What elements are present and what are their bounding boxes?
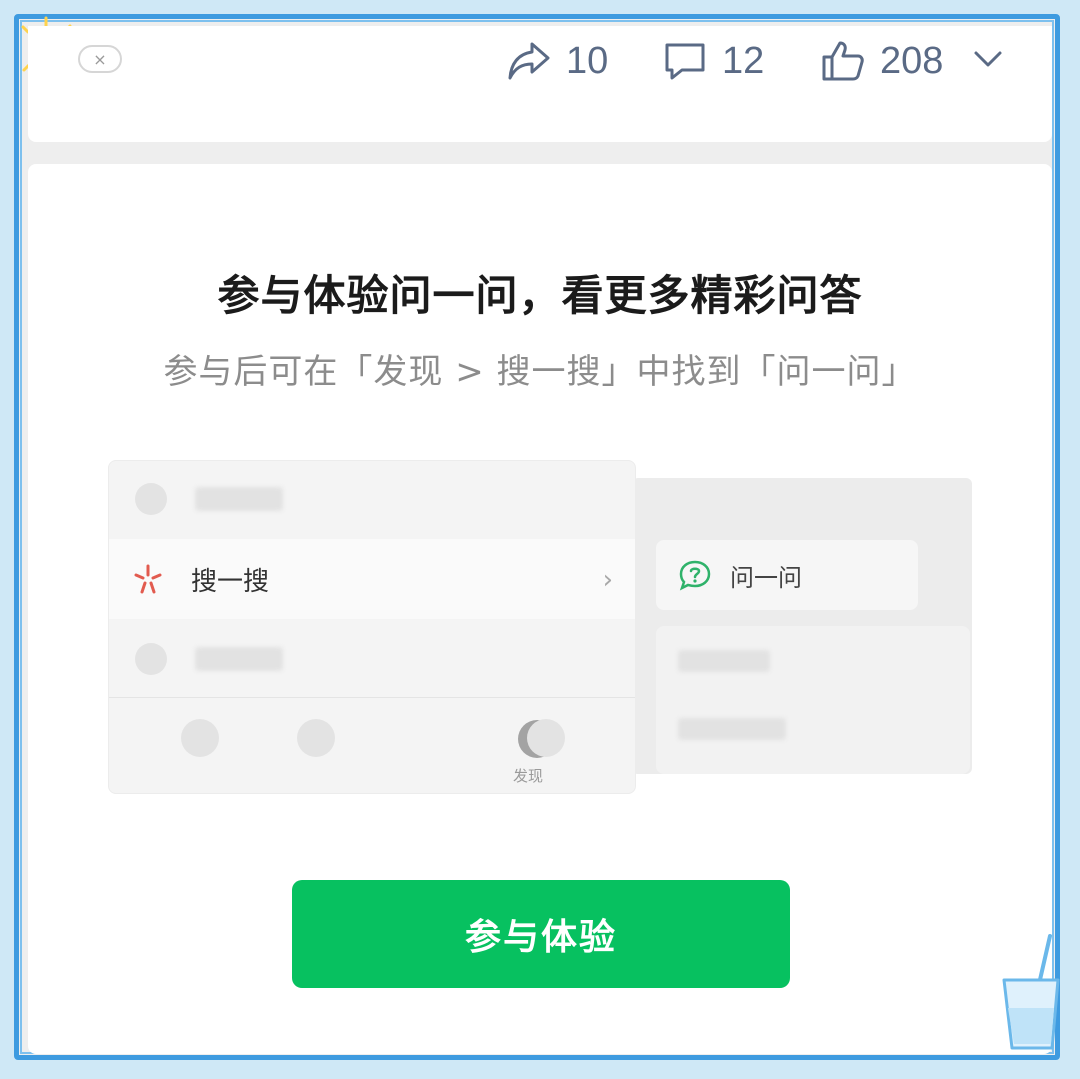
share-count: 10 [566,39,609,82]
blurred-results-card [656,626,970,774]
share-button[interactable]: 10 [506,36,608,86]
page-title: 参与体验问一问，看更多精彩问答 [217,271,863,320]
blurred-line [195,487,283,511]
tab-placeholder-icon [297,719,335,757]
chevron-right-icon: › [602,565,613,595]
placeholder-row [109,461,635,539]
tab-discover-label: 发现 [513,767,544,785]
like-count: 208 [880,39,944,82]
placeholder-icon [135,643,167,675]
chevron-down-icon[interactable] [972,48,1004,70]
like-button[interactable]: 208 [820,36,943,86]
illustration-discover-panel: 搜一搜 › 发现 [108,460,636,794]
blurred-line [678,718,786,740]
question-bubble-icon [679,560,711,591]
ask-entry-row: 问一问 [656,540,918,610]
search-row: 搜一搜 › [109,539,635,619]
tab-placeholder-icon [181,719,219,757]
comment-icon [665,43,705,80]
search-sparkle-icon [134,564,162,594]
share-icon [508,42,550,80]
placeholder-icon [135,483,167,515]
participate-button[interactable]: 参与体验 [292,880,790,988]
thumbs-up-icon [822,41,864,81]
cup-icon [1002,934,1060,1050]
search-label: 搜一搜 [191,566,270,597]
comment-button[interactable]: 12 [662,36,764,86]
illustration-search-panel: 问一问 [632,478,972,774]
page-subtitle: 参与后可在「发现 > 搜一搜」中找到「问一问」 [163,352,917,392]
tabbar-divider [109,697,635,698]
close-icon: × [93,49,107,69]
placeholder-row [109,619,635,697]
comment-count: 12 [722,39,765,82]
blurred-line [195,647,283,671]
blurred-line [678,650,770,672]
ask-entry-label: 问一问 [730,563,802,592]
close-button[interactable]: × [78,45,122,73]
tab-placeholder-icon [527,719,565,757]
